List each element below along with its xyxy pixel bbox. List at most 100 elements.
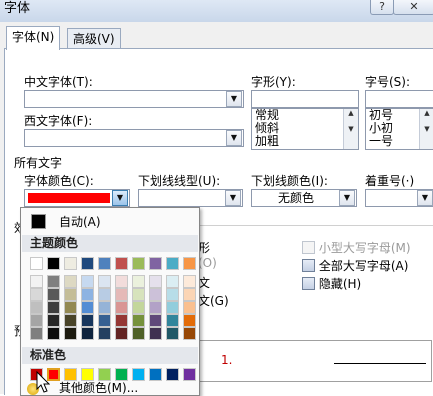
theme-shade-swatch[interactable] bbox=[115, 314, 128, 327]
theme-shade-swatch[interactable] bbox=[115, 327, 128, 340]
theme-color-swatch[interactable] bbox=[81, 257, 94, 270]
style-list[interactable]: 常规 倾斜 加粗 ▲ ▼ bbox=[251, 108, 359, 150]
standard-color-swatch[interactable] bbox=[183, 368, 196, 381]
theme-shade-swatch[interactable] bbox=[132, 314, 145, 327]
theme-shade-swatch[interactable] bbox=[166, 275, 179, 288]
theme-shade-swatch[interactable] bbox=[30, 275, 43, 288]
divider bbox=[198, 225, 433, 226]
underline-color-combo[interactable]: 无颜色 ▼ bbox=[251, 189, 357, 207]
theme-shade-swatch[interactable] bbox=[149, 327, 162, 340]
scrollbar[interactable]: ▲ ▼ bbox=[419, 109, 433, 149]
theme-shade-swatch[interactable] bbox=[30, 288, 43, 301]
theme-color-swatch[interactable] bbox=[149, 257, 162, 270]
theme-shade-swatch[interactable] bbox=[64, 288, 77, 301]
auto-color-swatch[interactable] bbox=[31, 214, 46, 229]
size-label: 字号(S): bbox=[365, 75, 411, 89]
standard-color-swatch[interactable] bbox=[149, 368, 162, 381]
theme-shade-swatch[interactable] bbox=[98, 275, 111, 288]
checkbox-box[interactable] bbox=[302, 241, 315, 254]
chevron-down-icon[interactable]: ▼ bbox=[112, 190, 128, 206]
theme-color-swatch[interactable] bbox=[47, 257, 60, 270]
theme-shade-swatch[interactable] bbox=[64, 275, 77, 288]
theme-shade-swatch[interactable] bbox=[166, 314, 179, 327]
size-input[interactable] bbox=[365, 90, 433, 108]
theme-shade-swatch[interactable] bbox=[47, 314, 60, 327]
theme-shade-swatch[interactable] bbox=[64, 327, 77, 340]
underline-color-label: 下划线颜色(I): bbox=[251, 174, 328, 188]
theme-color-swatch[interactable] bbox=[183, 257, 196, 270]
theme-shade-swatch[interactable] bbox=[81, 288, 94, 301]
theme-shade-swatch[interactable] bbox=[81, 327, 94, 340]
theme-shade-swatch[interactable] bbox=[132, 275, 145, 288]
theme-shade-swatch[interactable] bbox=[166, 288, 179, 301]
theme-shade-swatch[interactable] bbox=[149, 288, 162, 301]
chevron-down-icon[interactable]: ▼ bbox=[225, 190, 241, 206]
theme-shade-swatch[interactable] bbox=[47, 288, 60, 301]
theme-shade-swatch[interactable] bbox=[183, 301, 196, 314]
western-font-label: 西文字体(F): bbox=[24, 114, 93, 128]
theme-shade-swatch[interactable] bbox=[115, 301, 128, 314]
theme-shade-swatch[interactable] bbox=[183, 314, 196, 327]
theme-shade-swatch[interactable] bbox=[132, 288, 145, 301]
tab-font[interactable]: 字体(N) bbox=[6, 26, 61, 50]
standard-color-swatch[interactable] bbox=[166, 368, 179, 381]
hidden-checkbox[interactable]: 隐藏(H) bbox=[302, 275, 361, 292]
theme-shade-swatch[interactable] bbox=[47, 275, 60, 288]
theme-shade-swatch[interactable] bbox=[30, 301, 43, 314]
theme-shade-swatch[interactable] bbox=[30, 314, 43, 327]
checkbox-box[interactable] bbox=[302, 277, 315, 290]
help-button[interactable]: ? bbox=[370, 0, 394, 15]
theme-shade-swatch[interactable] bbox=[149, 314, 162, 327]
theme-shade-swatch[interactable] bbox=[166, 301, 179, 314]
theme-shade-swatch[interactable] bbox=[81, 301, 94, 314]
small-caps-checkbox[interactable]: 小型大写字母(M) bbox=[302, 239, 411, 256]
theme-shade-swatch[interactable] bbox=[166, 327, 179, 340]
standard-colors-header: 标准色 bbox=[22, 347, 198, 364]
theme-shade-swatch[interactable] bbox=[98, 314, 111, 327]
western-font-combo[interactable]: ▼ bbox=[24, 129, 244, 147]
theme-color-swatch[interactable] bbox=[30, 257, 43, 270]
theme-shade-swatch[interactable] bbox=[149, 301, 162, 314]
theme-shade-swatch[interactable] bbox=[64, 314, 77, 327]
theme-shade-swatch[interactable] bbox=[98, 327, 111, 340]
theme-shade-swatch[interactable] bbox=[98, 288, 111, 301]
theme-color-swatch[interactable] bbox=[64, 257, 77, 270]
underline-type-combo[interactable]: ▼ bbox=[138, 189, 243, 207]
theme-shade-swatch[interactable] bbox=[115, 275, 128, 288]
auto-color-option[interactable]: 自动(A) bbox=[59, 213, 101, 230]
theme-color-swatch[interactable] bbox=[98, 257, 111, 270]
theme-shade-swatch[interactable] bbox=[149, 275, 162, 288]
theme-shade-swatch[interactable] bbox=[183, 327, 196, 340]
chevron-down-icon[interactable]: ▼ bbox=[339, 190, 355, 206]
theme-shade-swatch[interactable] bbox=[132, 327, 145, 340]
more-colors-option[interactable]: 其他颜色(M)... bbox=[59, 379, 138, 396]
theme-shade-swatch[interactable] bbox=[81, 314, 94, 327]
tab-advanced[interactable]: 高级(V) bbox=[67, 28, 121, 49]
chevron-down-icon[interactable]: ▼ bbox=[226, 130, 242, 146]
chevron-down-icon[interactable]: ▼ bbox=[417, 190, 433, 206]
checkbox-box[interactable] bbox=[302, 259, 315, 272]
size-list[interactable]: 初号 小初 一号 ▲ ▼ bbox=[365, 108, 433, 150]
theme-shade-swatch[interactable] bbox=[183, 275, 196, 288]
font-color-combo[interactable]: ▼ bbox=[24, 189, 130, 207]
theme-shade-swatch[interactable] bbox=[132, 301, 145, 314]
chevron-down-icon[interactable]: ▼ bbox=[226, 91, 242, 107]
emphasis-combo[interactable]: ▼ bbox=[365, 189, 433, 207]
close-button[interactable]: ✕ bbox=[393, 0, 433, 15]
theme-shade-swatch[interactable] bbox=[183, 288, 196, 301]
scrollbar[interactable]: ▲ ▼ bbox=[343, 109, 358, 149]
chinese-font-combo[interactable]: ▼ bbox=[24, 90, 244, 108]
theme-shade-swatch[interactable] bbox=[47, 327, 60, 340]
theme-shade-swatch[interactable] bbox=[98, 301, 111, 314]
theme-shade-swatch[interactable] bbox=[30, 327, 43, 340]
all-caps-checkbox[interactable]: 全部大写字母(A) bbox=[302, 257, 408, 274]
theme-shade-swatch[interactable] bbox=[47, 301, 60, 314]
style-input[interactable] bbox=[251, 90, 359, 108]
theme-color-swatch[interactable] bbox=[166, 257, 179, 270]
theme-color-swatch[interactable] bbox=[132, 257, 145, 270]
theme-shade-swatch[interactable] bbox=[81, 275, 94, 288]
theme-shade-swatch[interactable] bbox=[64, 301, 77, 314]
preview-marker: 1. bbox=[221, 353, 233, 367]
theme-color-swatch[interactable] bbox=[115, 257, 128, 270]
theme-shade-swatch[interactable] bbox=[115, 288, 128, 301]
